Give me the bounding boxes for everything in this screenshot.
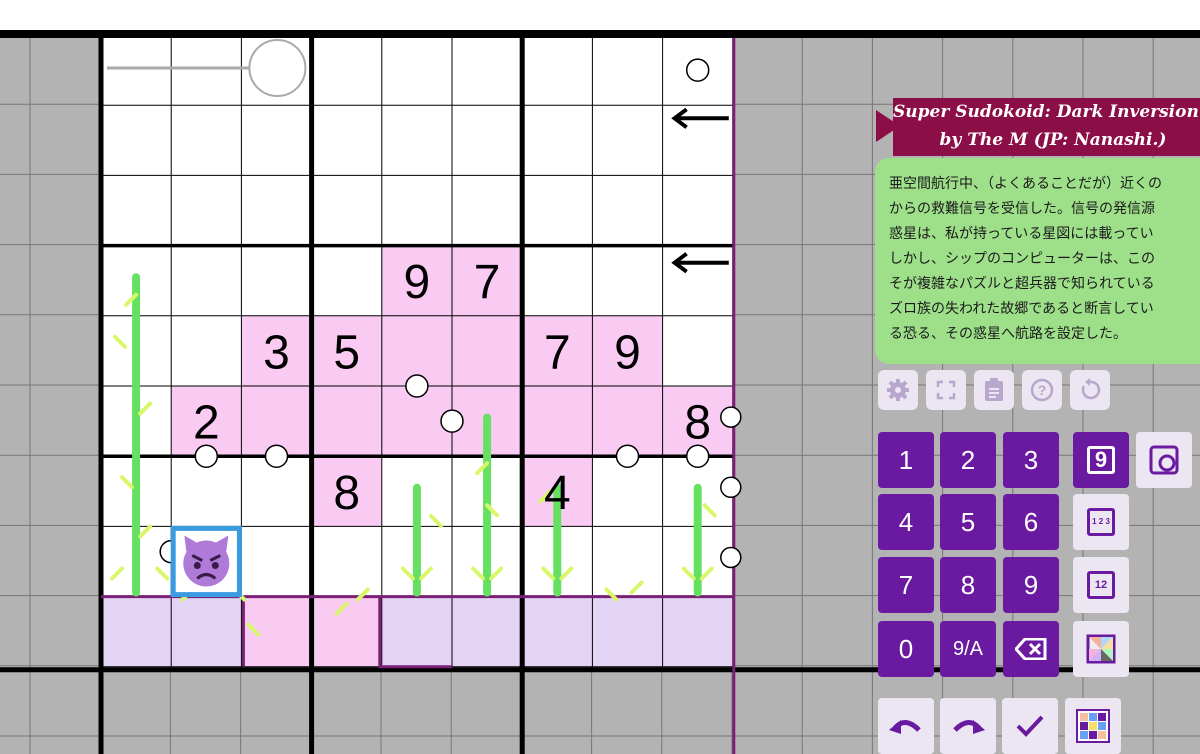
redo-icon [953,720,985,734]
pink-cell [452,315,523,386]
given-digit: 7 [544,326,571,379]
white-dot [615,444,640,468]
center-mode-button[interactable]: 12 [1073,557,1129,613]
normal-mode-label: 9 [1087,446,1115,474]
clipboard-icon [985,378,1003,401]
grid-icon [1076,709,1110,743]
lavender-cell [662,596,733,667]
given-digit: 7 [474,256,501,309]
normal-mode-button[interactable]: 9 [1073,432,1129,488]
digit-key-6[interactable]: 6 [1003,494,1059,550]
fullscreen-button[interactable] [926,370,966,410]
white-dot [685,58,710,82]
svg-text:?: ? [1038,382,1047,398]
given-digit: 9 [614,326,641,379]
corner-mode-label: 1 2 3 [1087,508,1115,536]
fullscreen-icon [936,380,956,400]
given-digit: 2 [193,397,220,450]
puzzle-title: Super Sudokoid: Dark Inversion (J [893,102,1200,122]
digit-key-0[interactable]: 0 [878,621,934,677]
lavender-cell [522,596,593,667]
rules-button[interactable] [974,370,1014,410]
question-icon: ? [1030,378,1054,402]
backspace-icon [1015,638,1047,660]
redo-button[interactable] [940,698,996,754]
game-screen: 9735792884 Super Sudokoid: Dark Inversio… [0,0,1200,754]
restart-icon [1081,378,1101,400]
pink-cell [311,386,382,457]
white-dot [264,444,289,468]
given-digit: 4 [544,467,571,520]
corner-mode-button[interactable]: 1 2 3 [1073,494,1129,550]
digit-key-4[interactable]: 4 [878,494,934,550]
pink-cell [241,596,312,667]
digit-key-9[interactable]: 9 [1003,557,1059,613]
checkmark-icon [1016,715,1044,737]
white-dot [720,406,742,428]
undo-icon [889,720,921,734]
digit-key-7[interactable]: 7 [878,557,934,613]
color-mode-button[interactable] [1136,432,1192,488]
digit-key-1[interactable]: 1 [878,432,934,488]
digit-key-9-a[interactable]: 9/A [940,621,996,677]
given-digit: 8 [333,467,360,520]
sudoku-grid-button[interactable] [1065,698,1121,754]
player-eye [193,562,201,569]
help-button[interactable]: ? [1022,370,1062,410]
lavender-cell [592,596,663,667]
digit-key-8[interactable]: 8 [940,557,996,613]
gear-icon [887,379,909,401]
puzzle-author: by The M (JP: Nanashi.) [939,130,1167,150]
white-dot [720,546,742,569]
restart-button[interactable] [1070,370,1110,410]
undo-button[interactable] [878,698,934,754]
color-palette-button[interactable] [1073,621,1129,677]
white-dot [440,409,464,433]
slider-bulb [248,39,307,97]
pink-cell [311,596,382,667]
check-button[interactable] [1002,698,1058,754]
lavender-cell [101,596,172,667]
lavender-cell [381,596,452,667]
pen-icon [1149,445,1179,475]
digit-key-3[interactable]: 3 [1003,432,1059,488]
given-digit: 3 [263,326,290,379]
given-digit: 9 [404,256,431,309]
palette-icon [1086,634,1116,664]
settings-button[interactable] [878,370,918,410]
white-dot [720,476,742,499]
delete-button[interactable] [1003,621,1059,677]
digit-key-5[interactable]: 5 [940,494,996,550]
given-digit: 5 [333,326,360,379]
rules-text: 亜空間航行中、（よくあることだが）近くの からの救難信号を受信した。信号の発信源… [875,158,1200,364]
center-mode-label: 12 [1087,571,1115,599]
pink-cell [522,386,593,457]
player-eye [211,562,219,569]
digit-key-2[interactable]: 2 [940,432,996,488]
white-dot [405,374,429,398]
lavender-cell [171,596,242,667]
given-digit: 8 [684,397,711,450]
top-border [0,30,1200,38]
lavender-cell [452,596,523,667]
title-banner: Super Sudokoid: Dark Inversion (J by The… [893,98,1200,156]
